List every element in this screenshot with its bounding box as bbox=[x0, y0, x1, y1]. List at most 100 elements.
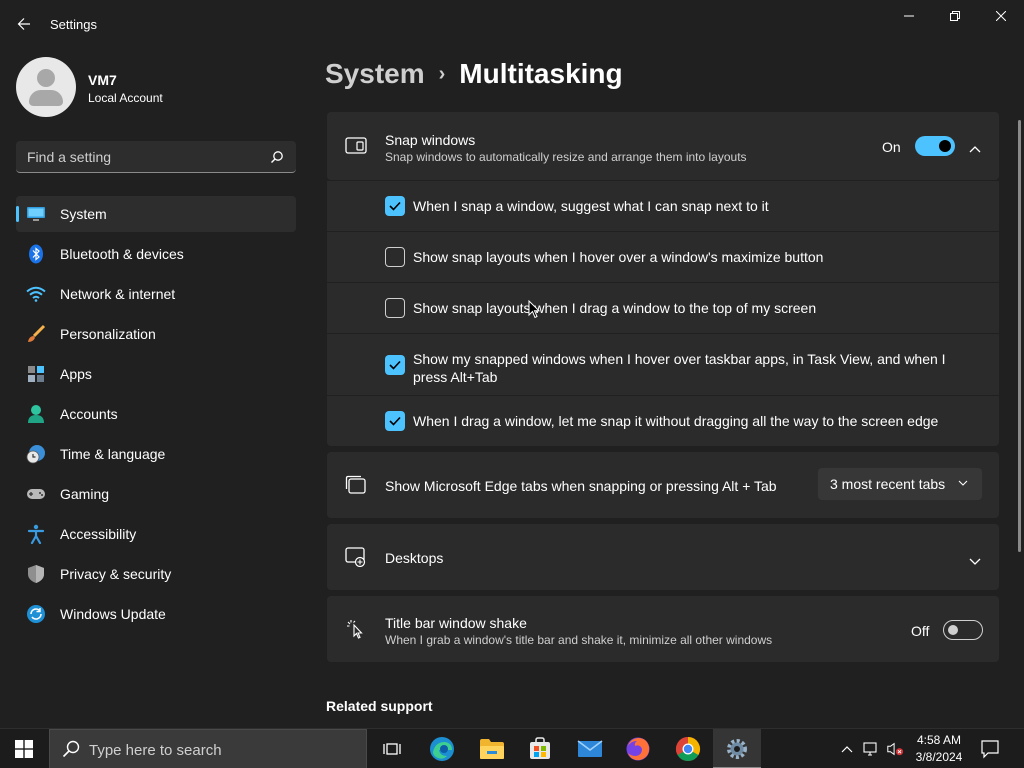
app-title: Settings bbox=[50, 17, 97, 32]
avatar bbox=[16, 57, 76, 117]
chevron-down-icon[interactable] bbox=[969, 553, 981, 571]
accessibility-icon bbox=[26, 524, 46, 544]
snap-windows-toggle[interactable] bbox=[915, 136, 955, 156]
breadcrumb: System › Multitasking bbox=[325, 58, 623, 90]
snap-option-row[interactable]: Show snap layouts when I drag a window t… bbox=[327, 283, 999, 333]
snap-option-label: Show my snapped windows when I hover ove… bbox=[413, 351, 946, 385]
snap-option-label: Show snap layouts when I drag a window t… bbox=[413, 300, 817, 316]
snap-option-label: When I drag a window, let me snap it wit… bbox=[413, 413, 939, 429]
new-desktop-icon bbox=[345, 546, 367, 568]
volume-muted-icon[interactable] bbox=[886, 740, 904, 758]
page-title: Multitasking bbox=[459, 58, 623, 89]
sidebar-item-label: Personalization bbox=[60, 326, 156, 342]
snap-windows-description: Snap windows to automatically resize and… bbox=[385, 150, 747, 164]
snap-drag-top-checkbox[interactable] bbox=[385, 298, 405, 318]
sidebar-item-label: Bluetooth & devices bbox=[60, 246, 184, 262]
close-button[interactable] bbox=[978, 4, 1024, 28]
network-icon[interactable] bbox=[862, 740, 880, 758]
search-icon bbox=[62, 740, 80, 758]
sidebar-item-label: Windows Update bbox=[60, 606, 166, 622]
edge-tabs-dropdown[interactable]: 3 most recent tabs bbox=[818, 468, 982, 500]
taskbar-edge[interactable] bbox=[418, 729, 466, 768]
person-icon bbox=[26, 404, 46, 424]
related-support-heading: Related support bbox=[326, 698, 433, 714]
sidebar-item-bluetooth[interactable]: Bluetooth & devices bbox=[16, 236, 296, 272]
restore-button[interactable] bbox=[932, 4, 978, 28]
edge-tabs-setting: Show Microsoft Edge tabs when snapping o… bbox=[327, 452, 999, 518]
taskbar-search-box[interactable]: Type here to search bbox=[49, 729, 367, 768]
sidebar-item-accounts[interactable]: Accounts bbox=[16, 396, 296, 432]
task-view-button[interactable] bbox=[368, 729, 416, 768]
snap-show-snapped-checkbox[interactable] bbox=[385, 355, 405, 375]
settings-search-input[interactable]: Find a setting bbox=[16, 141, 296, 173]
snap-option-row[interactable]: When I drag a window, let me snap it wit… bbox=[327, 396, 999, 446]
snap-no-drag-edge-checkbox[interactable] bbox=[385, 411, 405, 431]
checkmark-icon bbox=[389, 416, 401, 426]
chrome-icon bbox=[675, 737, 701, 762]
desktops-setting[interactable]: Desktops bbox=[327, 524, 999, 590]
sidebar-item-label: Accounts bbox=[60, 406, 118, 422]
selection-indicator bbox=[16, 206, 19, 222]
stacked-windows-icon bbox=[345, 474, 367, 496]
scrollbar[interactable] bbox=[1018, 120, 1021, 552]
snap-windows-header[interactable]: Snap windows Snap windows to automatical… bbox=[327, 112, 999, 180]
minimize-button[interactable] bbox=[886, 4, 932, 28]
gamepad-icon bbox=[26, 484, 46, 504]
snap-option-row[interactable]: Show snap layouts when I hover over a wi… bbox=[327, 232, 999, 282]
title-bar-shake-setting: Title bar window shake When I grab a win… bbox=[327, 596, 999, 662]
cursor-shake-icon bbox=[345, 618, 367, 640]
chevron-up-icon[interactable] bbox=[838, 740, 856, 758]
snap-option-row[interactable]: When I snap a window, suggest what I can… bbox=[327, 181, 999, 231]
sidebar-item-time-language[interactable]: Time & language bbox=[16, 436, 296, 472]
sidebar-item-privacy[interactable]: Privacy & security bbox=[16, 556, 296, 592]
folder-icon bbox=[480, 739, 504, 759]
checkmark-icon bbox=[389, 201, 401, 211]
back-button[interactable] bbox=[12, 12, 36, 36]
dropdown-value: 3 most recent tabs bbox=[830, 476, 946, 492]
sidebar-item-personalization[interactable]: Personalization bbox=[16, 316, 296, 352]
apps-icon bbox=[26, 364, 46, 384]
snap-suggest-checkbox[interactable] bbox=[385, 196, 405, 216]
sidebar-item-apps[interactable]: Apps bbox=[16, 356, 296, 392]
globe-clock-icon bbox=[26, 444, 46, 464]
sidebar-item-label: Gaming bbox=[60, 486, 110, 502]
profile-account-type: Local Account bbox=[88, 91, 163, 105]
title-bar-shake-toggle[interactable] bbox=[943, 620, 983, 640]
windows-logo-icon bbox=[15, 740, 33, 758]
shake-title: Title bar window shake bbox=[385, 615, 527, 631]
chevron-up-icon[interactable] bbox=[969, 140, 981, 158]
close-icon bbox=[996, 11, 1006, 21]
taskbar-clock[interactable]: 4:58 AM 3/8/2024 bbox=[912, 732, 966, 766]
taskbar-mail[interactable] bbox=[566, 729, 614, 768]
title-bar: Settings bbox=[0, 0, 1024, 48]
taskbar-chrome[interactable] bbox=[664, 729, 712, 768]
notification-icon[interactable] bbox=[980, 739, 1002, 759]
breadcrumb-parent[interactable]: System bbox=[325, 58, 425, 90]
sidebar-item-windows-update[interactable]: Windows Update bbox=[16, 596, 296, 632]
shake-description: When I grab a window's title bar and sha… bbox=[385, 633, 773, 647]
taskbar-firefox[interactable] bbox=[614, 729, 662, 768]
mouse-cursor-icon bbox=[528, 300, 540, 319]
sidebar-item-gaming[interactable]: Gaming bbox=[16, 476, 296, 512]
taskbar-file-explorer[interactable] bbox=[468, 729, 516, 768]
sidebar-item-accessibility[interactable]: Accessibility bbox=[16, 516, 296, 552]
search-icon bbox=[271, 151, 283, 163]
start-button[interactable] bbox=[0, 729, 48, 768]
snap-hover-maximize-checkbox[interactable] bbox=[385, 247, 405, 267]
restore-icon bbox=[950, 11, 960, 21]
snap-option-row[interactable]: Show my snapped windows when I hover ove… bbox=[327, 334, 999, 395]
breadcrumb-separator: › bbox=[438, 62, 446, 85]
taskbar-store[interactable] bbox=[516, 729, 564, 768]
user-profile[interactable]: VM7 Local Account bbox=[16, 57, 296, 117]
task-view-icon bbox=[383, 743, 401, 755]
sidebar-item-label: Accessibility bbox=[60, 526, 137, 542]
firefox-icon bbox=[626, 737, 650, 761]
snap-toggle-state: On bbox=[882, 139, 901, 155]
sidebar-item-network[interactable]: Network & internet bbox=[16, 276, 296, 312]
taskbar-settings[interactable] bbox=[713, 729, 761, 768]
sidebar-item-system[interactable]: System bbox=[16, 196, 296, 232]
update-icon bbox=[26, 604, 46, 624]
back-arrow-icon bbox=[17, 18, 30, 30]
shake-toggle-state: Off bbox=[911, 623, 930, 639]
clock-date: 3/8/2024 bbox=[915, 750, 963, 764]
